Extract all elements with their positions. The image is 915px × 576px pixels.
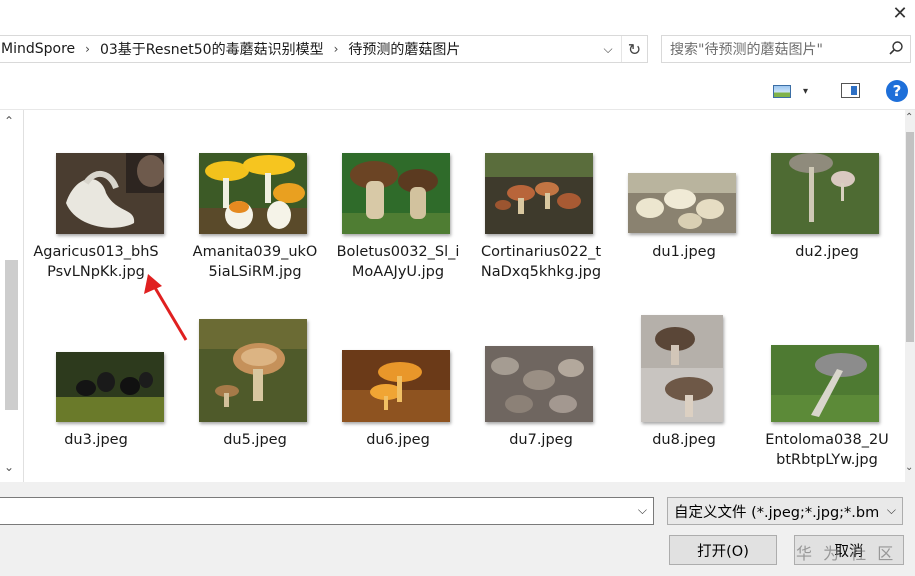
refresh-icon[interactable]: ↻ [621, 36, 647, 62]
change-view-button[interactable]: ▾ [773, 82, 817, 100]
file-thumbnail [56, 153, 164, 234]
file-name: Agaricus013_bhSPsvLNpKk.jpg [33, 244, 159, 280]
breadcrumb-separator-icon[interactable]: › [77, 42, 98, 56]
file-item-boletus0032[interactable]: Boletus0032_Sl_iMoAAJyU.jpg [333, 145, 463, 290]
file-item-du1[interactable]: du1.jpeg [619, 145, 749, 290]
filetype-select[interactable]: 自定义文件 (*.jpeg;*.jpg;*.bm ⌵ [667, 497, 903, 525]
file-name: du8.jpeg [652, 432, 716, 448]
file-list: Agaricus013_bhSPsvLNpKk.jpg Amanita039_u… [24, 110, 905, 482]
scroll-down-icon[interactable]: ⌄ [905, 462, 913, 473]
file-item-entoloma038[interactable]: Entoloma038_2UbtRbtpLYw.jpg [762, 315, 892, 482]
file-item-du7[interactable]: du7.jpeg [476, 315, 606, 455]
file-item-du5[interactable]: du5.jpeg [190, 315, 320, 455]
file-name: Boletus0032_Sl_iMoAAJyU.jpg [336, 244, 460, 280]
search-icon[interactable] [888, 40, 904, 60]
file-item-agaricus013[interactable]: Agaricus013_bhSPsvLNpKk.jpg [31, 145, 164, 290]
scroll-up-icon[interactable]: ⌃ [905, 112, 913, 123]
nav-scrollbar-thumb[interactable] [5, 260, 18, 410]
picture-view-icon [773, 84, 791, 98]
chevron-down-icon[interactable]: ⌵ [887, 503, 896, 518]
file-name: du1.jpeg [652, 244, 716, 260]
title-bar: ✕ [0, 0, 915, 30]
open-button-label: 打开(O) [697, 543, 749, 560]
file-thumbnail [771, 153, 879, 234]
cancel-button[interactable]: 取消 [794, 535, 904, 565]
breadcrumb-current-folder[interactable]: 待预测的蘑菇图片 [346, 39, 462, 59]
file-name: Cortinarius022_tNaDxq5khkg.jpg [480, 244, 602, 280]
file-item-cortinarius022[interactable]: Cortinarius022_tNaDxq5khkg.jpg [476, 145, 606, 290]
help-icon: ? [892, 82, 902, 100]
preview-pane-icon[interactable] [841, 83, 860, 98]
close-button[interactable]: ✕ [885, 0, 915, 26]
address-row: MindSpore › 03基于Resnet50的毒蘑菇识别模型 › 待预测的蘑… [0, 30, 915, 70]
breadcrumb-separator-icon[interactable]: › [326, 42, 347, 56]
file-item-amanita039[interactable]: Amanita039_ukO5iaLSiRM.jpg [190, 145, 320, 290]
file-name: du3.jpeg [64, 432, 128, 448]
file-name: du5.jpeg [223, 432, 287, 448]
search-input[interactable]: 搜索"待预测的蘑菇图片" [661, 35, 911, 63]
toolbar: ▾ ? [0, 70, 915, 110]
cancel-button-label: 取消 [834, 543, 864, 560]
close-icon: ✕ [892, 2, 908, 24]
file-thumbnail [641, 315, 723, 422]
address-history-dropdown-icon[interactable]: ⌵ [597, 36, 619, 62]
breadcrumb-mindspore[interactable]: MindSpore [0, 41, 77, 57]
file-item-du3[interactable]: du3.jpeg [31, 315, 164, 455]
nav-scroll-up-icon[interactable]: ⌃ [4, 114, 14, 128]
file-item-du6[interactable]: du6.jpeg [333, 315, 463, 455]
search-placeholder: 搜索"待预测的蘑菇图片" [670, 42, 823, 58]
navigation-pane: ⌃ ⌄ [0, 110, 24, 482]
breadcrumb-project-folder[interactable]: 03基于Resnet50的毒蘑菇识别模型 [98, 39, 326, 59]
file-item-du2[interactable]: du2.jpeg [762, 145, 892, 290]
file-name: du2.jpeg [795, 244, 859, 260]
file-name: Amanita039_ukO5iaLSiRM.jpg [192, 244, 318, 280]
file-thumbnail [199, 319, 307, 422]
file-thumbnail [628, 173, 736, 233]
file-item-du8[interactable]: du8.jpeg [619, 315, 749, 455]
file-thumbnail [199, 153, 307, 234]
dialog-footer: ⌵ 自定义文件 (*.jpeg;*.jpg;*.bm ⌵ 打开(O) 取消 华 … [0, 482, 915, 576]
open-button[interactable]: 打开(O) [669, 535, 777, 565]
file-thumbnail [485, 346, 593, 422]
file-thumbnail [771, 345, 879, 422]
help-button[interactable]: ? [886, 80, 908, 102]
nav-scroll-down-icon[interactable]: ⌄ [4, 460, 14, 474]
file-thumbnail [485, 153, 593, 234]
file-thumbnail [56, 352, 164, 422]
filename-input[interactable]: ⌵ [0, 497, 654, 525]
file-thumbnail [342, 153, 450, 234]
file-thumbnail [342, 350, 450, 422]
content-scrollbar-thumb[interactable] [906, 132, 914, 342]
filename-dropdown-icon[interactable]: ⌵ [638, 503, 647, 518]
file-name: Entoloma038_2UbtRbtpLYw.jpg [765, 432, 889, 468]
content-scrollbar[interactable]: ⌃ ⌄ [905, 110, 915, 482]
address-bar[interactable]: MindSpore › 03基于Resnet50的毒蘑菇识别模型 › 待预测的蘑… [0, 35, 648, 63]
file-name: du6.jpeg [366, 432, 430, 448]
filetype-value: 自定义文件 (*.jpeg;*.jpg;*.bm [674, 504, 880, 521]
chevron-down-icon[interactable]: ▾ [803, 86, 808, 97]
file-name: du7.jpeg [509, 432, 573, 448]
